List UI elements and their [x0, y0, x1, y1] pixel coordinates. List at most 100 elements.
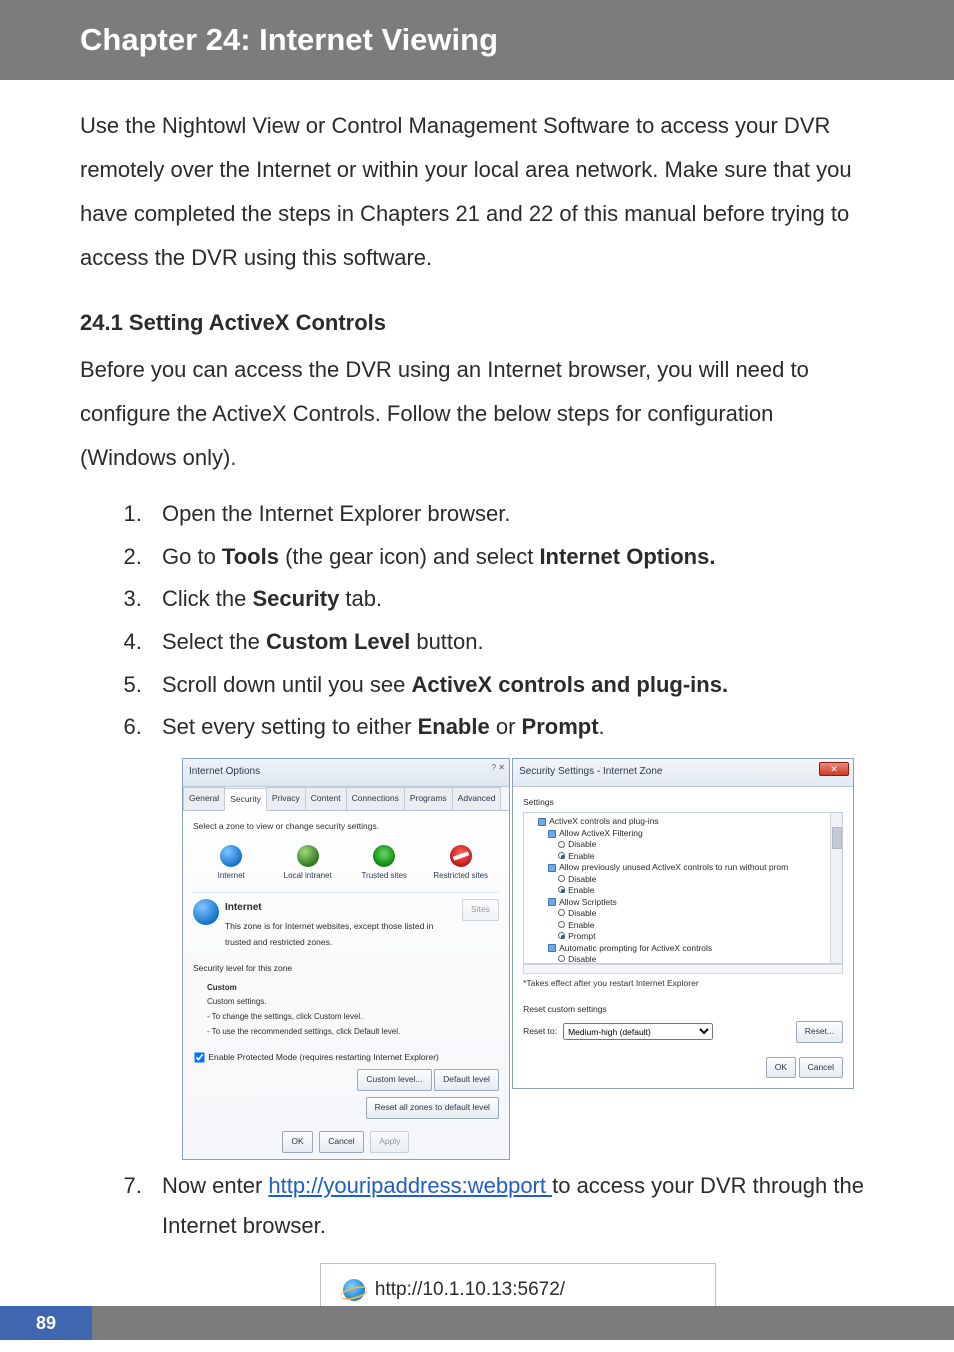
node-icon	[548, 864, 556, 872]
ss-title-bar: Security Settings - Internet Zone ✕	[513, 759, 853, 787]
step-6-t1: Set every setting to either	[162, 714, 418, 739]
item-2-opt-1[interactable]: Enable	[558, 920, 838, 931]
internet-explorer-icon	[343, 1279, 365, 1301]
ss-settings-list[interactable]: ActiveX controls and plug-ins Allow Acti…	[523, 812, 843, 964]
step-3-t1: Click the	[162, 586, 252, 611]
step-4-bold-custom: Custom Level	[266, 629, 410, 654]
tab-general[interactable]: General	[183, 787, 225, 811]
io-ok-button[interactable]: OK	[282, 1131, 312, 1153]
radio-icon	[558, 921, 565, 928]
scroll-thumb[interactable]	[832, 827, 842, 849]
tab-content[interactable]: Content	[305, 787, 347, 811]
ss-body: Settings ActiveX controls and plug-ins A…	[513, 787, 853, 1051]
node-icon	[548, 944, 556, 952]
protected-mode-checkbox[interactable]	[194, 1052, 204, 1062]
protected-mode-row[interactable]: Enable Protected Mode (requires restarti…	[193, 1050, 499, 1066]
step-3-t2: tab.	[339, 586, 382, 611]
zone-trusted-label: Trusted sites	[361, 871, 407, 880]
step-5-t1: Scroll down until you see	[162, 672, 411, 697]
steps-list: Open the Internet Explorer browser. Go t…	[80, 494, 874, 1316]
io-title-bar: Internet Options ? ✕	[183, 759, 509, 787]
ss-horizontal-scroll[interactable]	[523, 964, 843, 974]
ss-restart-note: *Takes effect after you restart Internet…	[523, 976, 843, 992]
internet-options-dialog: Internet Options ? ✕ General Security Pr…	[182, 758, 510, 1159]
sites-button[interactable]: Sites	[462, 899, 499, 921]
item-1-opt-0[interactable]: Disable	[558, 874, 838, 885]
item-1-opt-1[interactable]: Enable	[558, 885, 838, 896]
zone-desc-text: This zone is for Internet websites, exce…	[225, 921, 433, 947]
node-icon	[548, 830, 556, 838]
document-page: Chapter 24: Internet Viewing Use the Nig…	[0, 0, 954, 1340]
io-title-controls[interactable]: ? ✕	[492, 761, 505, 776]
ss-footer: OK Cancel	[513, 1051, 853, 1089]
button-row-1: Custom level... Default level	[193, 1069, 499, 1091]
custom-line2: - To change the settings, click Custom l…	[207, 1012, 362, 1021]
zone-internet-label: Internet	[218, 871, 245, 880]
step-5-bold-activex: ActiveX controls and plug-ins.	[411, 672, 728, 697]
step-1: Open the Internet Explorer browser.	[148, 494, 874, 535]
activex-root-node: ActiveX controls and plug-ins	[538, 816, 838, 827]
step-6-t3: .	[599, 714, 605, 739]
zone-restricted-label: Restricted sites	[433, 871, 488, 880]
io-cancel-button[interactable]: Cancel	[319, 1131, 363, 1153]
tab-security[interactable]: Security	[224, 788, 267, 812]
reset-button[interactable]: Reset...	[796, 1021, 843, 1043]
step-6: Set every setting to either Enable or Pr…	[148, 707, 874, 1159]
io-tab-strip: General Security Privacy Content Connect…	[183, 787, 509, 812]
item-1-label: Allow previously unused ActiveX controls…	[559, 862, 788, 872]
step-3-bold-security: Security	[252, 586, 339, 611]
zone-local-label: Local intranet	[284, 871, 332, 880]
zone-local[interactable]: Local intranet	[278, 845, 338, 884]
custom-head: Custom	[207, 981, 499, 996]
tab-programs[interactable]: Programs	[404, 787, 453, 811]
zone-restricted[interactable]: Restricted sites	[431, 845, 491, 884]
tab-advanced[interactable]: Advanced	[452, 787, 502, 811]
io-apply-button[interactable]: Apply	[370, 1131, 409, 1153]
step-7-t1: Now enter	[162, 1173, 268, 1198]
step-2-bold-tools: Tools	[222, 544, 279, 569]
radio-icon	[558, 886, 565, 893]
io-footer: OK Cancel Apply	[183, 1125, 509, 1159]
zone-row: Internet Local intranet Trusted sites Re…	[193, 841, 499, 893]
opt-label: Enable	[568, 920, 594, 930]
reset-all-button[interactable]: Reset all zones to default level	[366, 1097, 499, 1119]
ss-scrollbar[interactable]	[830, 813, 842, 963]
item-0-opt-1[interactable]: Enable	[558, 851, 838, 862]
item-0-label: Allow ActiveX Filtering	[559, 828, 643, 838]
zone-trusted[interactable]: Trusted sites	[354, 845, 414, 884]
address-text: http://10.1.10.13:5672/	[375, 1272, 565, 1307]
custom-line1: Custom settings.	[207, 997, 267, 1006]
ss-cancel-button[interactable]: Cancel	[799, 1057, 843, 1079]
item-3-opt-0[interactable]: Disable	[558, 954, 838, 964]
radio-icon	[558, 909, 565, 916]
node-icon	[538, 818, 546, 826]
intranet-icon	[297, 845, 319, 867]
button-row-2: Reset all zones to default level	[193, 1097, 499, 1119]
custom-level-button[interactable]: Custom level...	[357, 1069, 431, 1091]
item-2-opt-0[interactable]: Disable	[558, 908, 838, 919]
item-0-opt-0[interactable]: Disable	[558, 839, 838, 850]
step-6-t2: or	[490, 714, 522, 739]
item-2-opt-2[interactable]: Prompt	[558, 931, 838, 942]
tab-connections[interactable]: Connections	[346, 787, 405, 811]
ss-close-button[interactable]: ✕	[819, 762, 849, 776]
step-4-t2: button.	[410, 629, 483, 654]
radio-icon	[558, 852, 565, 859]
page-content: Use the Nightowl View or Control Managem…	[0, 80, 954, 1316]
section-intro: Before you can access the DVR using an I…	[80, 348, 874, 480]
item-3: Automatic prompting for ActiveX controls	[548, 943, 838, 954]
reset-group: Reset custom settings Reset to: Medium-h…	[523, 1002, 843, 1042]
ss-ok-button[interactable]: OK	[766, 1057, 796, 1079]
step-4-t1: Select the	[162, 629, 266, 654]
step-7-link[interactable]: http://youripaddress:webport	[268, 1173, 552, 1198]
radio-icon	[558, 875, 565, 882]
default-level-button[interactable]: Default level	[434, 1069, 499, 1091]
tab-privacy[interactable]: Privacy	[266, 787, 306, 811]
reset-to-select[interactable]: Medium-high (default)	[563, 1023, 713, 1040]
item-3-label: Automatic prompting for ActiveX controls	[559, 943, 712, 953]
zone-internet[interactable]: Internet	[201, 845, 261, 884]
security-settings-dialog: Security Settings - Internet Zone ✕ Sett…	[512, 758, 854, 1089]
zone-detail: Internet This zone is for Internet websi…	[193, 899, 499, 951]
opt-label: Enable	[568, 885, 594, 895]
custom-line3: - To use the recommended settings, click…	[207, 1027, 400, 1036]
